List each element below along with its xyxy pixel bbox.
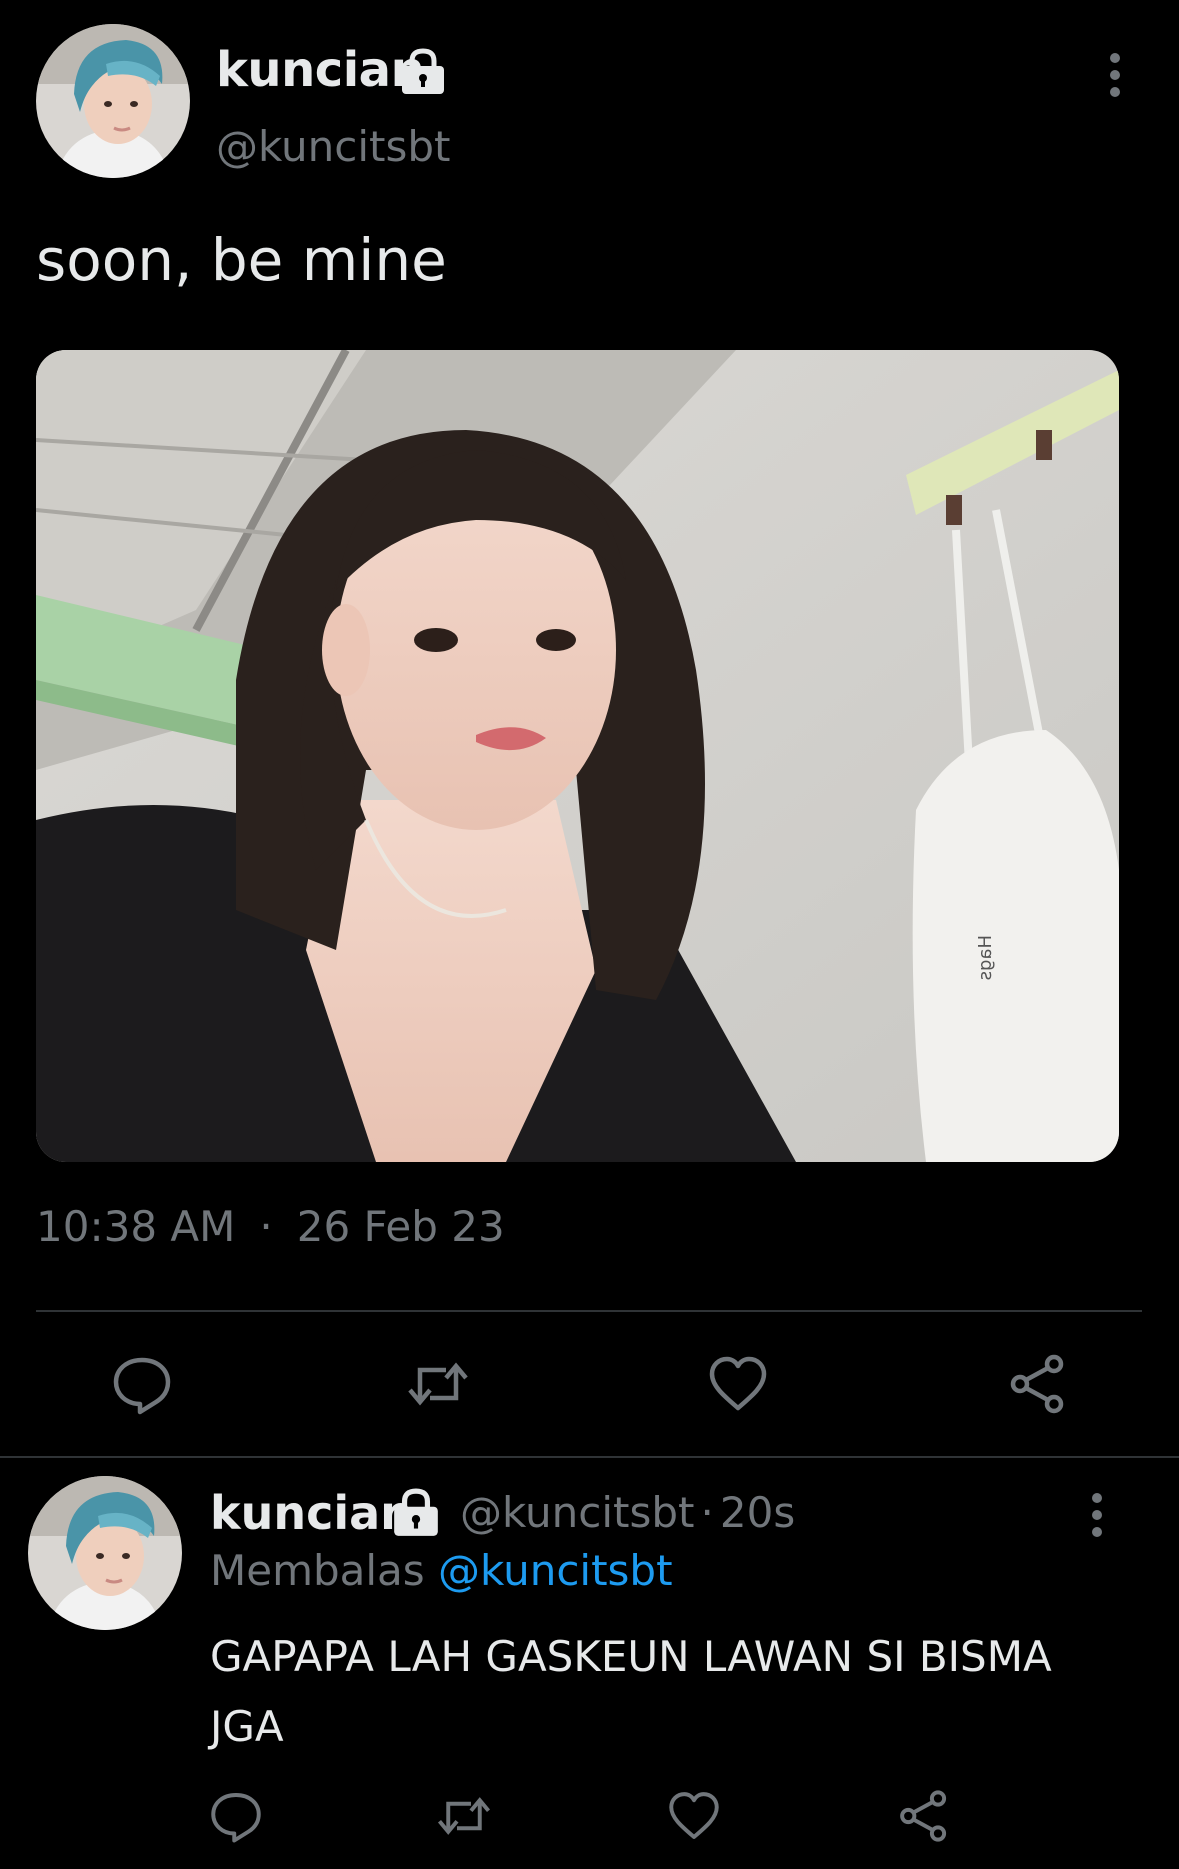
author-handle[interactable]: @kuncitsbt [216, 122, 451, 171]
replying-prefix: Membalas [210, 1546, 425, 1595]
avatar-image [28, 1476, 182, 1630]
like-icon[interactable] [666, 1788, 722, 1844]
meta-separator: · [259, 1202, 273, 1251]
tweet-photo[interactable]: Hags [36, 350, 1119, 1162]
avatar-image [36, 24, 190, 178]
photo-image: Hags [36, 350, 1119, 1162]
time-separator: · [700, 1488, 714, 1537]
author-avatar[interactable] [36, 24, 190, 178]
share-icon[interactable] [1006, 1352, 1070, 1416]
reply-display-name[interactable]: kuncian [210, 1486, 413, 1540]
reply-time: 20s [719, 1488, 796, 1537]
reply-icon[interactable] [208, 1788, 264, 1844]
divider [0, 1456, 1179, 1458]
replying-mention-link[interactable]: @kuncitsbt [438, 1546, 673, 1595]
replying-to: Membalas @kuncitsbt [210, 1546, 673, 1595]
reply-icon[interactable] [110, 1352, 174, 1416]
like-icon[interactable] [706, 1352, 770, 1416]
reply-handle-time: @kuncitsbt · 20s [460, 1488, 795, 1537]
more-vertical-icon[interactable] [1100, 50, 1130, 100]
reply-handle[interactable]: @kuncitsbt [460, 1488, 695, 1537]
reply-text: GAPAPA LAH GASKEUN LAWAN SI BISMA JGA [210, 1632, 1052, 1751]
share-icon[interactable] [896, 1788, 952, 1844]
tweet-timestamp: 10:38 AM · 26 Feb 23 [36, 1202, 505, 1251]
divider [36, 1310, 1142, 1312]
reply-author-avatar[interactable] [28, 1476, 182, 1630]
main-tweet: kuncian @kuncitsbt soon, be mine Hags 10… [0, 0, 1179, 1456]
retweet-icon[interactable] [406, 1352, 470, 1416]
bag-label: Hags [975, 935, 996, 980]
lock-icon [398, 48, 448, 96]
retweet-icon[interactable] [436, 1788, 492, 1844]
author-display-name[interactable]: kuncian [216, 42, 425, 98]
tweet-date: 26 Feb 23 [296, 1202, 505, 1251]
more-vertical-icon[interactable] [1082, 1490, 1112, 1540]
lock-icon [390, 1488, 442, 1538]
tweet-time: 10:38 AM [36, 1202, 236, 1251]
tweet-text: soon, be mine [36, 226, 447, 294]
